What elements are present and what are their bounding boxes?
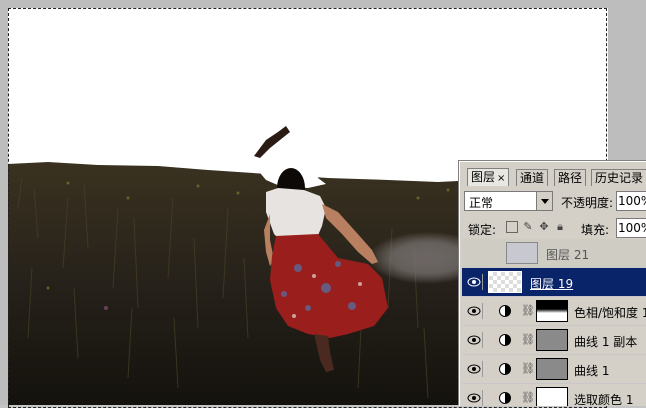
mask-thumbnail (536, 358, 568, 380)
adjustment-icon (499, 392, 511, 404)
layer-name: 色相/饱和度 1 (574, 306, 646, 320)
link-icon[interactable]: ⛓ (521, 304, 535, 318)
layer-row[interactable]: ⛓ 色相/饱和度 1 (462, 297, 646, 326)
blend-row: 正常 不透明度: 100% (464, 191, 646, 213)
eye-icon[interactable] (465, 332, 483, 348)
panel-tabs: 图层 × 通道 路径 历史记录 (460, 162, 646, 186)
layer-row[interactable]: ⛓ 选取颜色 1 (462, 384, 646, 406)
opacity-label: 不透明度: (561, 196, 614, 210)
lock-all-icon[interactable]: 🔒︎ (554, 221, 566, 233)
adjustment-icon (499, 305, 511, 317)
mask-thumbnail (536, 300, 568, 322)
close-icon[interactable]: × (497, 173, 505, 184)
adjustment-icon (499, 334, 511, 346)
tab-layers-label: 图层 (471, 170, 496, 184)
mask-thumbnail (536, 387, 568, 406)
layer-name: 选取颜色 1 (574, 393, 634, 406)
layer-thumbnail (488, 271, 522, 293)
layer-row[interactable]: ⛓ 曲线 1 副本 (462, 326, 646, 355)
blend-mode-value: 正常 (469, 196, 494, 210)
layer-name: 图层 19 (530, 277, 574, 291)
tab-paths[interactable]: 路径 (554, 169, 587, 186)
adjustment-icon (499, 363, 511, 375)
tab-channels[interactable]: 通道 (516, 169, 549, 186)
fill-field[interactable]: 100% (616, 218, 646, 238)
fill-label: 填充: (581, 223, 610, 237)
lock-row: 锁定: ✎ ✥ 🔒︎ 填充: 100% (464, 218, 646, 240)
blend-mode-select[interactable]: 正常 (464, 191, 553, 211)
layers-list: 图层 21 图层 19 ⛓ 色相/饱和度 1 ⛓ 曲线 1 副本 ⛓ 曲线 1 … (462, 239, 646, 406)
layer-name: 曲线 1 (574, 364, 610, 378)
layer-row[interactable]: 图层 21 (462, 239, 646, 268)
mask-thumbnail (536, 329, 568, 351)
chevron-down-icon[interactable] (536, 192, 552, 210)
tab-history-label: 历史记录 (595, 171, 644, 185)
layer-thumbnail (506, 242, 538, 264)
tab-channels-label: 通道 (520, 171, 545, 185)
layer-row[interactable]: ⛓ 曲线 1 (462, 355, 646, 384)
eye-icon[interactable] (465, 390, 483, 406)
lock-move-icon[interactable]: ✥ (538, 221, 550, 233)
eye-icon[interactable] (465, 361, 483, 377)
tab-paths-label: 路径 (558, 171, 583, 185)
layer-row[interactable]: 图层 19 (462, 268, 646, 297)
tab-history[interactable]: 历史记录 (591, 169, 646, 186)
link-icon[interactable]: ⛓ (521, 362, 535, 376)
lock-label: 锁定: (468, 223, 497, 237)
eye-icon[interactable] (465, 303, 483, 319)
layer-name: 曲线 1 副本 (574, 335, 638, 349)
lock-transparency-icon[interactable] (506, 221, 518, 233)
eye-icon[interactable] (465, 274, 483, 290)
tab-layers[interactable]: 图层 × (467, 168, 510, 186)
lock-brush-icon[interactable]: ✎ (522, 221, 534, 233)
layer-name: 图层 21 (546, 248, 590, 262)
layers-panel: 图层× 通道 路径 历史记录 正常 不透明度: 100% 锁定: ✎ ✥ 🔒︎ … (459, 161, 646, 406)
opacity-field[interactable]: 100% (616, 191, 646, 211)
link-icon[interactable]: ⛓ (521, 391, 535, 405)
link-icon[interactable]: ⛓ (521, 333, 535, 347)
